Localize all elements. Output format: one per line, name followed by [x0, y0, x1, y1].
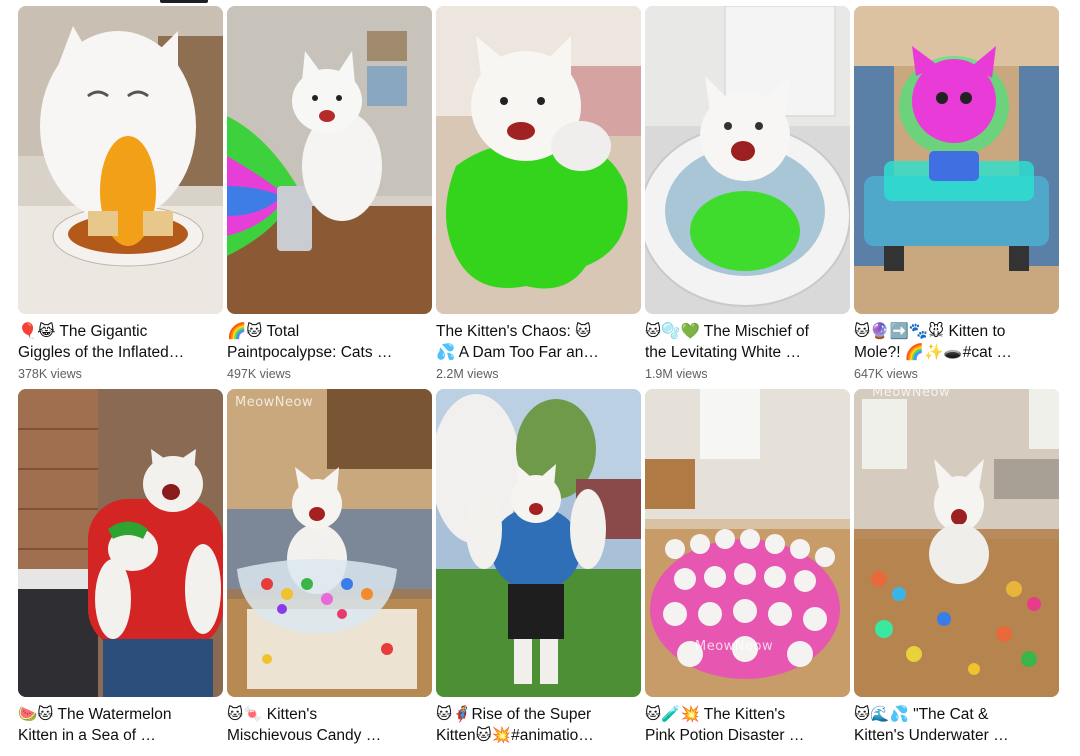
video-title[interactable]: 🐱🧪💥 The Kitten's Pink Potion Disaster … — [645, 704, 850, 746]
video-title-line: 🐱🦸Rise of the Super — [436, 706, 592, 723]
video-thumbnail[interactable] — [436, 389, 641, 697]
video-title[interactable]: 🌈🐱 Total Paintpocalypse: Cats … — [227, 321, 432, 363]
video-title-line: 🐱🍬 Kitten's — [227, 706, 318, 723]
video-card[interactable]: The Kitten's Chaos: 🐱 💦 A Dam Too Far an… — [436, 6, 641, 383]
video-card[interactable]: 🌈🐱 Total Paintpocalypse: Cats … 497K vie… — [227, 6, 432, 383]
video-title-line: Mischievous Candy … — [227, 727, 382, 744]
channel-watermark: MeowNeow — [872, 389, 951, 400]
video-thumbnail[interactable] — [18, 6, 223, 314]
video-title-line: 🐱🧪💥 The Kitten's — [645, 706, 786, 723]
active-tab-indicator — [160, 0, 208, 3]
video-thumbnail[interactable]: MeowNeow — [645, 389, 850, 697]
video-card[interactable]: 🐱🦸Rise of the Super Kitten🐱💥#animatio… — [436, 389, 641, 756]
video-title[interactable]: 🐱🫧💚 The Mischief of the Levitating White… — [645, 321, 850, 363]
view-count — [227, 750, 432, 756]
video-title-line: Kitten's Underwater … — [854, 727, 1009, 744]
view-count — [645, 750, 850, 756]
video-title-line: The Kitten's Chaos: 🐱 — [436, 323, 592, 340]
video-card[interactable]: 🍉🐱 The Watermelon Kitten in a Sea of … — [18, 389, 223, 756]
video-thumbnail[interactable] — [227, 6, 432, 314]
view-count: 497K views — [227, 367, 291, 381]
video-title-line: 🐱🔮➡️🐾🐭 Kitten to — [854, 323, 1006, 340]
view-count: 378K views — [18, 367, 82, 381]
video-title[interactable]: 🐱🍬 Kitten's Mischievous Candy … — [227, 704, 432, 746]
view-count: 2.2M views — [436, 367, 499, 381]
video-title-line: the Levitating White … — [645, 344, 801, 361]
video-title-line: Kitten🐱💥#animatio… — [436, 727, 594, 744]
video-title[interactable]: The Kitten's Chaos: 🐱 💦 A Dam Too Far an… — [436, 321, 641, 363]
channel-watermark: MeowNeow — [695, 639, 774, 654]
video-title[interactable]: 🎈😹 The Gigantic Giggles of the Inflated… — [18, 321, 223, 363]
video-title[interactable]: 🐱🔮➡️🐾🐭 Kitten to Mole?! 🌈✨🕳️#cat … — [854, 321, 1059, 363]
channel-watermark: MeowNeow — [235, 395, 314, 410]
video-title[interactable]: 🐱🦸Rise of the Super Kitten🐱💥#animatio… — [436, 704, 641, 746]
shorts-grid: 🎈😹 The Gigantic Giggles of the Inflated…… — [18, 6, 1060, 756]
video-thumbnail[interactable] — [854, 6, 1059, 314]
video-title-line: 🎈😹 The Gigantic — [18, 323, 148, 340]
video-title-line: 🌈🐱 Total — [227, 323, 300, 340]
video-title-line: Paintpocalypse: Cats … — [227, 344, 393, 361]
video-thumbnail[interactable] — [645, 6, 850, 314]
video-title-line: Mole?! 🌈✨🕳️#cat … — [854, 344, 1012, 361]
video-card[interactable]: MeowNeow 🐱🧪💥 The Kitten's Pink Potion Di… — [645, 389, 850, 756]
video-title[interactable]: 🍉🐱 The Watermelon Kitten in a Sea of … — [18, 704, 223, 746]
view-count — [854, 750, 1059, 756]
video-title-line: 💦 A Dam Too Far an… — [436, 344, 599, 361]
video-title-line: 🍉🐱 The Watermelon — [18, 706, 172, 723]
video-thumbnail[interactable]: MeowNeow — [854, 389, 1059, 697]
video-thumbnail[interactable]: MeowNeow — [227, 389, 432, 697]
video-title-line: 🐱🌊💦 "The Cat & — [854, 706, 989, 723]
video-card[interactable]: 🐱🔮➡️🐾🐭 Kitten to Mole?! 🌈✨🕳️#cat … 647K … — [854, 6, 1059, 383]
video-title-line: Pink Potion Disaster … — [645, 727, 805, 744]
video-card[interactable]: MeowNeow 🐱🌊💦 "The Cat & Kitten's Underwa… — [854, 389, 1059, 756]
video-card[interactable]: 🐱🫧💚 The Mischief of the Levitating White… — [645, 6, 850, 383]
video-title-line: 🐱🫧💚 The Mischief of — [645, 323, 809, 340]
view-count — [436, 750, 641, 756]
view-count: 647K views — [854, 367, 918, 381]
view-count: 1.9M views — [645, 367, 708, 381]
video-card[interactable]: MeowNeow 🐱🍬 Kitten's Mischievous Candy … — [227, 389, 432, 756]
shorts-page: 🎈😹 The Gigantic Giggles of the Inflated…… — [0, 0, 1080, 756]
video-thumbnail[interactable] — [436, 6, 641, 314]
video-card[interactable]: 🎈😹 The Gigantic Giggles of the Inflated…… — [18, 6, 223, 383]
video-title-line: Giggles of the Inflated… — [18, 344, 185, 361]
view-count — [18, 750, 223, 756]
video-thumbnail[interactable] — [18, 389, 223, 697]
video-title[interactable]: 🐱🌊💦 "The Cat & Kitten's Underwater … — [854, 704, 1059, 746]
video-title-line: Kitten in a Sea of … — [18, 727, 156, 744]
